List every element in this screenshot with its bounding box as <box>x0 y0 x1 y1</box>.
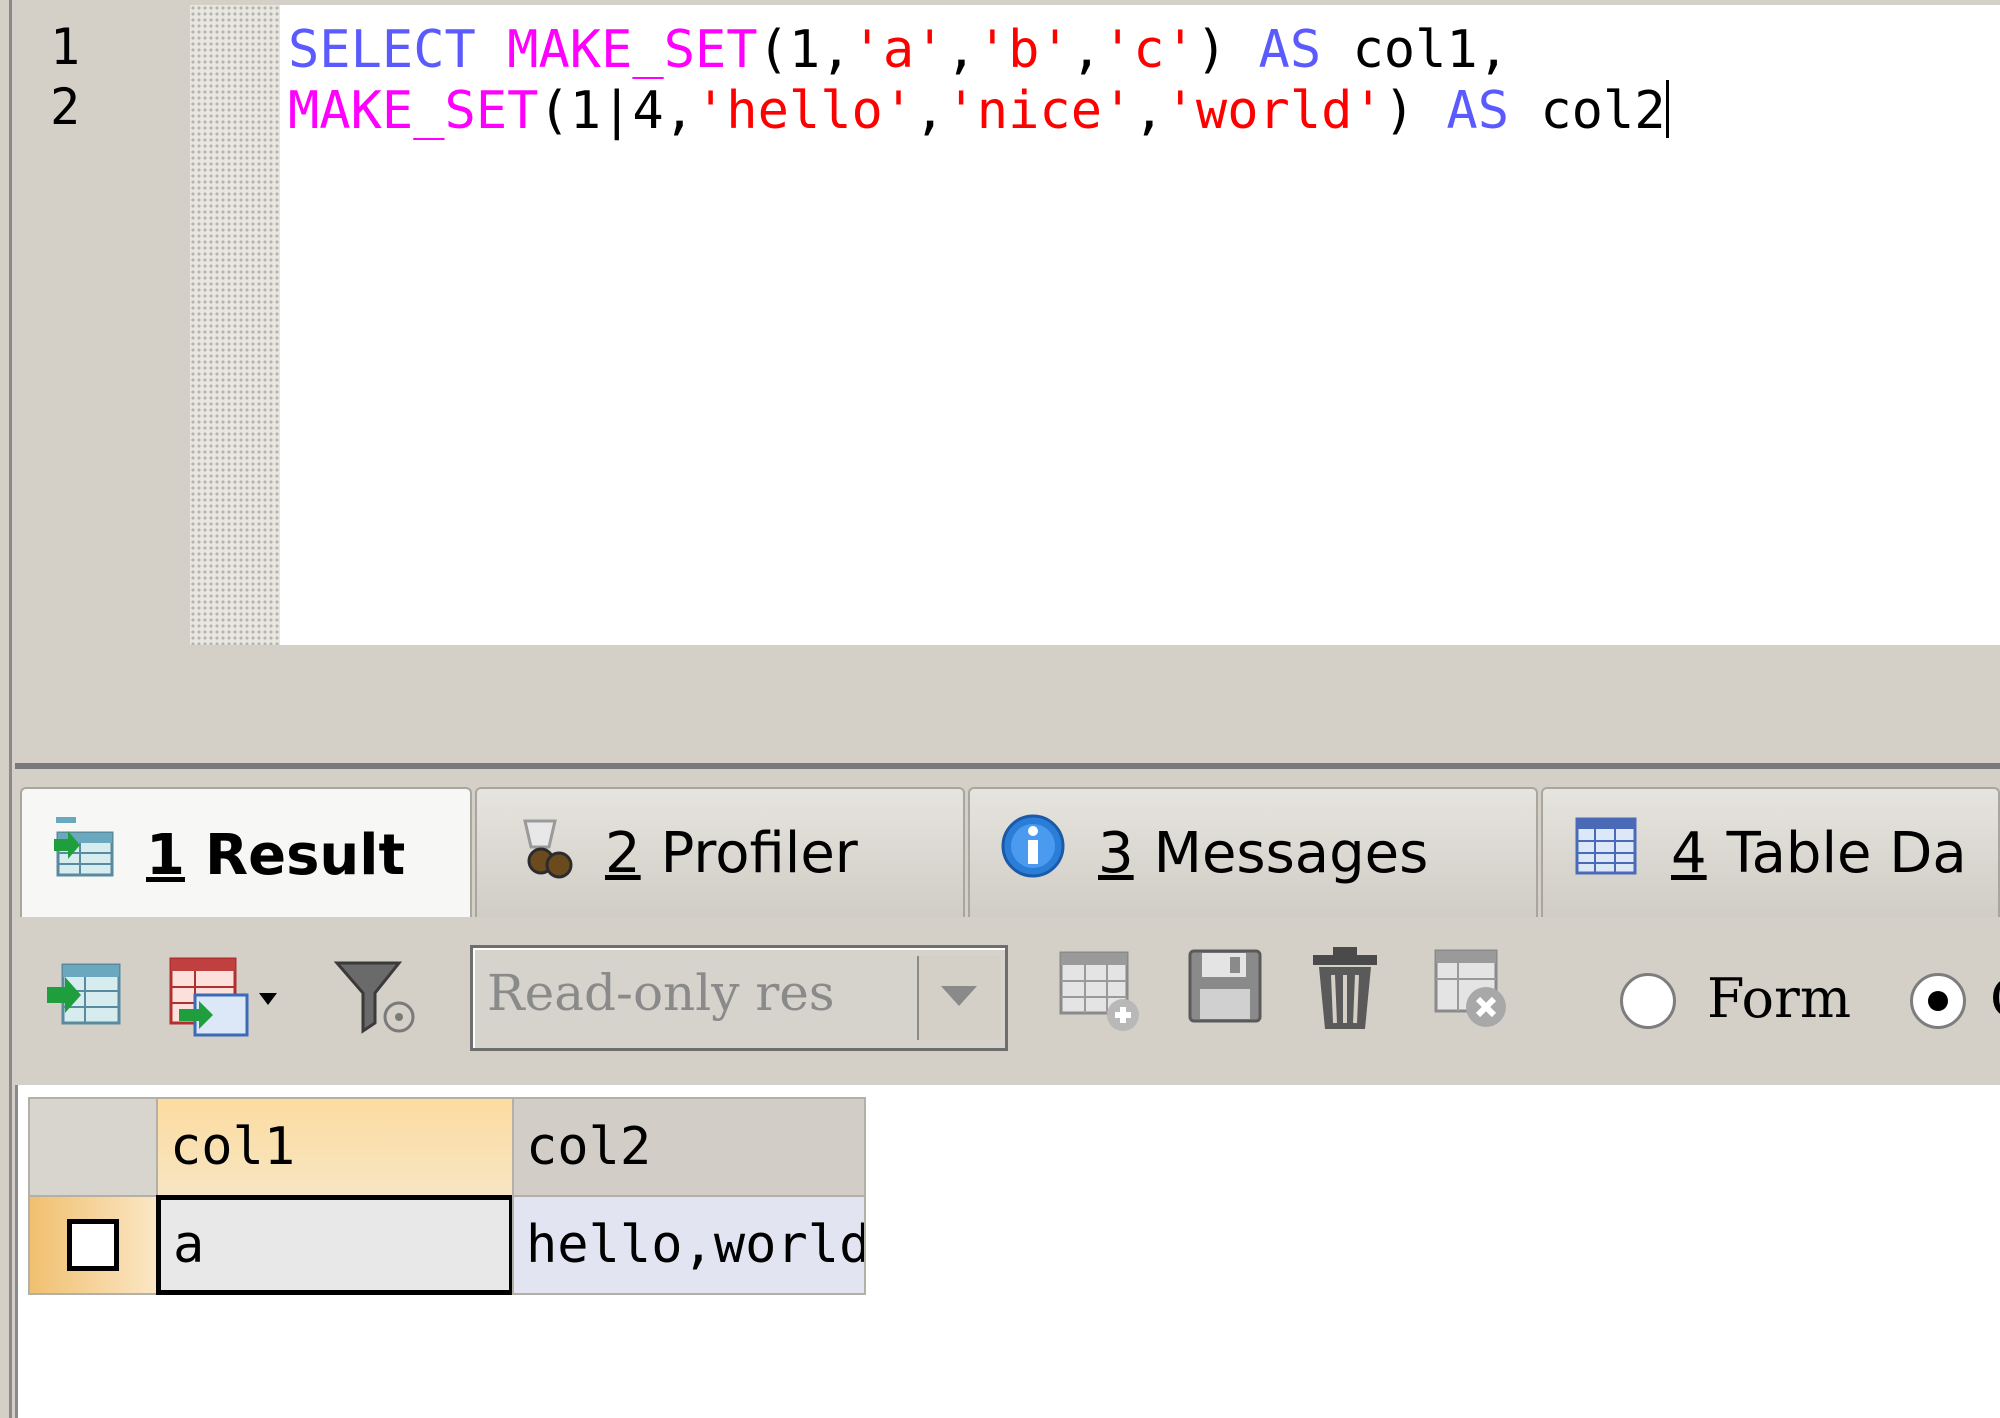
code-token: SELECT <box>288 20 476 80</box>
code-token: col2 <box>1509 81 1666 141</box>
result-mode-value: Read-only res <box>487 964 835 1022</box>
code-token: ) <box>1383 81 1447 141</box>
code-token: , <box>914 81 946 141</box>
code-token: 'b' <box>976 20 1071 80</box>
text-cursor <box>1665 80 1669 138</box>
tab-messages[interactable]: 3 Messages <box>968 787 1538 917</box>
code-token: ) <box>1195 20 1259 80</box>
line-number: 1 <box>50 18 81 76</box>
table-data-icon <box>1571 811 1641 895</box>
code-token: (1|4, <box>538 81 695 141</box>
column-header-col1[interactable]: col1 <box>156 1097 514 1197</box>
code-token: MAKE_SET <box>288 81 539 141</box>
form-view-radio[interactable] <box>1620 973 1676 1029</box>
code-token: MAKE_SET <box>507 20 758 80</box>
tab-label: Table Da <box>1726 820 1967 886</box>
tab-number: 3 <box>1098 820 1134 886</box>
delete-icon[interactable] <box>1305 945 1395 1039</box>
tab-result[interactable]: 1 Result <box>20 787 472 921</box>
chevron-down-icon <box>919 986 999 1040</box>
result-tabs: 1 Result 2 Profiler 3 Messages 4 Table D… <box>15 769 2000 921</box>
code-token: col1, <box>1321 20 1510 80</box>
column-header-col2[interactable]: col2 <box>512 1097 866 1197</box>
code-line: SELECT MAKE_SET(1,'a','b','c') AS col1, <box>288 20 1509 80</box>
code-token: (1, <box>757 20 852 80</box>
grid-view-label: G <box>1990 967 2000 1030</box>
row-checkbox[interactable] <box>67 1219 119 1271</box>
tab-table-data[interactable]: 4 Table Da <box>1541 787 2000 917</box>
profiler-icon <box>505 811 575 895</box>
code-token: 'a' <box>851 20 946 80</box>
result-toolbar: Read-only res Form <box>15 917 2000 1085</box>
tab-label: Profiler <box>660 820 858 886</box>
export-icon[interactable] <box>45 955 125 1039</box>
tab-label: Result <box>204 822 406 888</box>
code-line: MAKE_SET(1|4,'hello','nice','world') AS … <box>288 80 1669 141</box>
line-number: 2 <box>50 78 81 136</box>
tab-number: 4 <box>1671 820 1707 886</box>
tab-profiler[interactable]: 2 Profiler <box>475 787 965 917</box>
code-token: , <box>1133 81 1165 141</box>
code-token: , <box>1070 20 1102 80</box>
line-number-gutter: 1 2 <box>15 0 190 645</box>
left-frame-border <box>0 0 12 1418</box>
editor-bottom-spacer <box>15 645 2000 763</box>
result-mode-select[interactable]: Read-only res <box>470 945 1008 1051</box>
code-token: AS <box>1446 81 1510 141</box>
tab-number: 2 <box>605 820 641 886</box>
code-token: 'hello' <box>695 81 915 141</box>
filter-icon[interactable] <box>333 957 423 1041</box>
grid-cell-col2[interactable]: hello,world <box>512 1195 866 1295</box>
tab-label: Messages <box>1153 820 1429 886</box>
radio-selected-dot <box>1928 991 1948 1011</box>
code-token: 'c' <box>1102 20 1196 80</box>
result-grid-area: col1 col2 a hello,world <box>15 1085 2000 1418</box>
result-grid-icon <box>50 815 116 895</box>
tab-number: 1 <box>146 822 185 888</box>
grid-cell-col1[interactable]: a <box>156 1195 514 1295</box>
grid-view-radio[interactable] <box>1910 973 1966 1029</box>
add-row-icon[interactable] <box>1055 947 1145 1041</box>
form-view-label: Form <box>1707 967 1852 1030</box>
code-token: 'world' <box>1164 81 1384 141</box>
info-icon <box>998 811 1068 895</box>
grid-corner-header[interactable] <box>28 1097 158 1197</box>
code-area[interactable]: SELECT MAKE_SET(1,'a','b','c') AS col1, … <box>280 5 2000 645</box>
save-icon[interactable] <box>1180 945 1270 1035</box>
sql-editor[interactable]: 1 2 SELECT MAKE_SET(1,'a','b','c') AS co… <box>15 0 2000 645</box>
code-token: AS <box>1258 20 1322 80</box>
cancel-changes-icon[interactable] <box>1420 945 1520 1039</box>
dropdown-arrow[interactable] <box>917 956 1001 1040</box>
code-token: , <box>945 20 977 80</box>
code-token: 'nice' <box>945 81 1134 141</box>
query-window: 1 2 SELECT MAKE_SET(1,'a','b','c') AS co… <box>0 0 2000 1418</box>
import-grid-icon[interactable] <box>165 953 285 1043</box>
fold-margin <box>190 5 280 645</box>
row-header[interactable] <box>28 1195 158 1295</box>
